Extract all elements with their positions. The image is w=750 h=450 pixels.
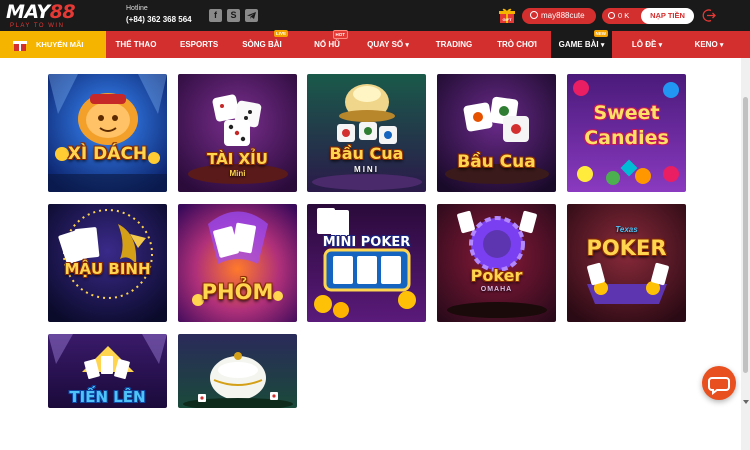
live-badge: LIVE	[273, 30, 288, 37]
nav-promo-label: KHUYẾN MÃI	[36, 40, 84, 49]
chat-bubble-icon	[708, 377, 730, 395]
game-subtitle: Texas	[615, 225, 638, 234]
nav-item-games[interactable]: TRÒ CHƠI	[496, 31, 538, 58]
game-title: POKER	[586, 236, 667, 260]
nav-item-sports[interactable]: THỂ THAO	[114, 31, 158, 58]
nav-label: SÒNG BÀI	[242, 40, 282, 49]
nav-label: THỂ THAO	[115, 40, 157, 49]
game-thumbnail	[178, 334, 297, 408]
nav-item-lottery-draw[interactable]: QUAY SỐ ▾	[367, 31, 409, 58]
hot-badge: HOT	[332, 30, 348, 39]
skype-icon[interactable]: S	[227, 9, 240, 22]
logout-icon[interactable]	[702, 8, 717, 23]
game-thumbnail	[437, 204, 556, 322]
user-icon	[530, 11, 538, 19]
game-title: MINI POKER	[322, 235, 411, 250]
chevron-down-icon: ▾	[658, 42, 663, 49]
game-thumbnail	[48, 74, 167, 192]
chevron-down-icon: ▾	[405, 42, 409, 49]
nav-item-slots[interactable]: NỔ HŨ HOT	[312, 30, 348, 58]
game-tile-phom[interactable]: PHỎM	[178, 204, 297, 322]
game-tile-xi-dach[interactable]: XÌ DÁCH	[48, 74, 167, 192]
nav-item-promotions[interactable]: KHUYẾN MÃI	[0, 31, 106, 58]
nav-label: NỔ HŨ	[314, 40, 340, 49]
nav-item-lo-de[interactable]: LÔ ĐỀ ▾	[627, 31, 667, 58]
main-navigation: KHUYẾN MÃI THỂ THAO ESPORTS SÒNG BÀI LIVE…	[0, 30, 750, 58]
scroll-down-arrow-icon[interactable]	[743, 400, 749, 404]
gift-label: GIFT	[502, 17, 512, 22]
game-title: Bầu Cua	[329, 144, 404, 163]
nav-label: TRÒ CHƠI	[497, 40, 537, 49]
game-title: XÌ DÁCH	[67, 144, 148, 164]
game-tile-mini-poker[interactable]: MINI POKER	[307, 204, 426, 322]
hotline: Hotline (+84) 362 368 564	[126, 5, 192, 24]
game-title: Bầu Cua	[457, 152, 536, 172]
game-thumbnail	[307, 74, 426, 192]
game-subtitle: Mini	[229, 169, 246, 178]
game-title: MẬU BINH	[64, 260, 151, 278]
game-tile-bau-cua-mini[interactable]: Bầu Cua MINI	[307, 74, 426, 192]
game-title: Sweet	[593, 102, 660, 124]
nav-item-card-games[interactable]: GAME BÀI ▾ NEW	[551, 30, 612, 58]
nav-item-keno[interactable]: KENO ▾	[692, 31, 726, 58]
game-subtitle: OMAHA	[480, 286, 513, 293]
game-title: TÀI XỈU	[207, 150, 268, 168]
game-tile-mau-binh[interactable]: MẬU BINH	[48, 204, 167, 322]
page-scrollbar[interactable]	[741, 58, 750, 450]
gift-icon	[13, 41, 27, 51]
game-tile-sweet-candies[interactable]: Sweet Candies	[567, 74, 686, 192]
game-thumbnail	[307, 204, 426, 322]
game-thumbnail	[437, 74, 556, 192]
chevron-down-icon: ▾	[719, 42, 724, 49]
game-thumbnail	[178, 204, 297, 322]
deposit-button[interactable]: NẠP TIỀN	[641, 8, 694, 24]
logo-tagline: PLAY TO WIN	[10, 23, 65, 29]
live-chat-button[interactable]	[702, 366, 736, 400]
logo-suffix: 88	[49, 1, 76, 23]
facebook-icon[interactable]: f	[209, 9, 222, 22]
nav-label: QUAY SỐ	[367, 40, 404, 49]
chevron-down-icon: ▾	[600, 42, 605, 49]
username: may888cute	[541, 11, 585, 20]
site-logo[interactable]: MAY88 PLAY TO WIN	[6, 1, 76, 30]
new-badge: NEW	[593, 30, 608, 37]
top-header: MAY88 PLAY TO WIN Hotline (+84) 362 368 …	[0, 0, 750, 31]
nav-item-casino[interactable]: SÒNG BÀI LIVE	[242, 30, 288, 58]
nav-label: TRADING	[435, 40, 473, 49]
game-tile-poker-omaha[interactable]: Poker OMAHA	[437, 204, 556, 322]
nav-label: LÔ ĐỀ	[631, 40, 657, 49]
balance-value: 0 K	[618, 11, 630, 20]
user-account-button[interactable]: may888cute	[522, 8, 596, 24]
hotline-label: Hotline	[126, 5, 148, 12]
telegram-icon[interactable]	[245, 9, 258, 22]
game-title: Poker	[470, 266, 523, 285]
nav-label: GAME BÀI	[558, 40, 599, 49]
game-tile-texas-poker[interactable]: Texas POKER	[567, 204, 686, 322]
nav-label: ESPORTS	[180, 40, 219, 49]
nav-label: KENO	[694, 40, 718, 49]
refresh-icon	[608, 12, 615, 19]
game-title: PHỎM	[201, 280, 274, 304]
game-tile-bowl-game[interactable]	[178, 334, 297, 408]
game-tile-tien-len[interactable]: TIẾN LÊN	[48, 334, 167, 408]
game-tile-bau-cua[interactable]: Bầu Cua	[437, 74, 556, 192]
game-subtitle: MINI	[354, 165, 379, 174]
gift-icon[interactable]: GIFT	[498, 7, 516, 24]
scrollbar-thumb[interactable]	[743, 97, 748, 373]
nav-item-trading[interactable]: TRADING	[435, 31, 473, 58]
nav-item-esports[interactable]: ESPORTS	[180, 31, 218, 58]
game-title: TIẾN LÊN	[69, 388, 146, 406]
hotline-number[interactable]: (+84) 362 368 564	[126, 15, 192, 24]
game-thumbnail	[567, 204, 686, 322]
game-subtitle: Candies	[584, 127, 669, 149]
game-tile-tai-xiu-mini[interactable]: TÀI XỈU Mini	[178, 74, 297, 192]
logo-prefix: MAY	[6, 1, 50, 23]
